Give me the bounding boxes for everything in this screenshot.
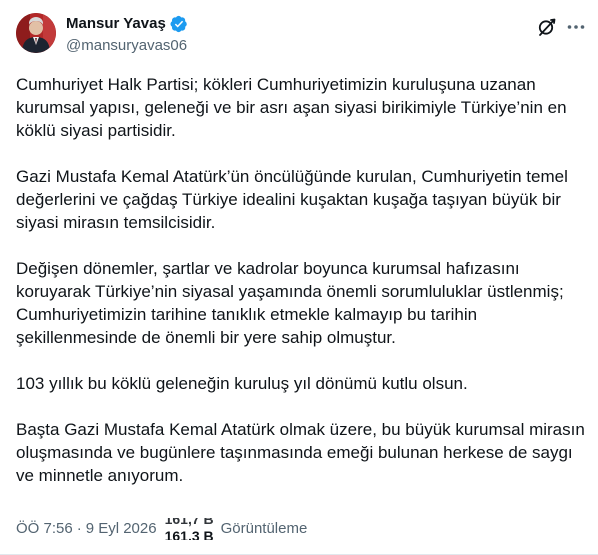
views-count: 161,7 B 161,3 B (165, 518, 217, 540)
views-label: Görüntüleme (220, 520, 308, 537)
tweet-card: Mansur Yavaş @mansuryavas06 Cumhuriyet H… (0, 0, 598, 555)
tweet-paragraph: 103 yıllık bu köklü geleneğin kuruluş yı… (16, 374, 468, 393)
tweet-paragraph: Değişen dönemler, şartlar ve kadrolar bo… (16, 259, 564, 347)
meta-separator: · (76, 520, 82, 537)
author-handle[interactable]: @mansuryavas06 (66, 36, 187, 56)
author-display-name[interactable]: Mansur Yavaş (66, 14, 166, 34)
tweet-text: Cumhuriyet Halk Partisi; kökleri Cumhuri… (16, 73, 586, 487)
avatar[interactable] (16, 13, 56, 53)
tweet-time[interactable]: ÖÖ 7:56 (16, 519, 73, 539)
tweet-paragraph: Başta Gazi Mustafa Kemal Atatürk olmak ü… (16, 420, 585, 485)
views-count-value: 161,3 B (164, 528, 214, 540)
grok-icon[interactable] (537, 17, 557, 37)
more-options-icon[interactable] (566, 17, 586, 37)
tweet-paragraph: Cumhuriyet Halk Partisi; kökleri Cumhuri… (16, 75, 567, 140)
tweet-paragraph: Gazi Mustafa Kemal Atatürk’ün öncülüğünd… (16, 167, 568, 232)
avatar-image (16, 13, 56, 53)
tweet-date[interactable]: 9 Eyl 2026 (86, 519, 157, 539)
verified-badge-icon (170, 15, 188, 33)
tweet-meta: ÖÖ 7:56 · 9 Eyl 2026 161,7 B 161,3 B Gör… (16, 518, 307, 540)
author-name-row: Mansur Yavaş (66, 14, 188, 34)
